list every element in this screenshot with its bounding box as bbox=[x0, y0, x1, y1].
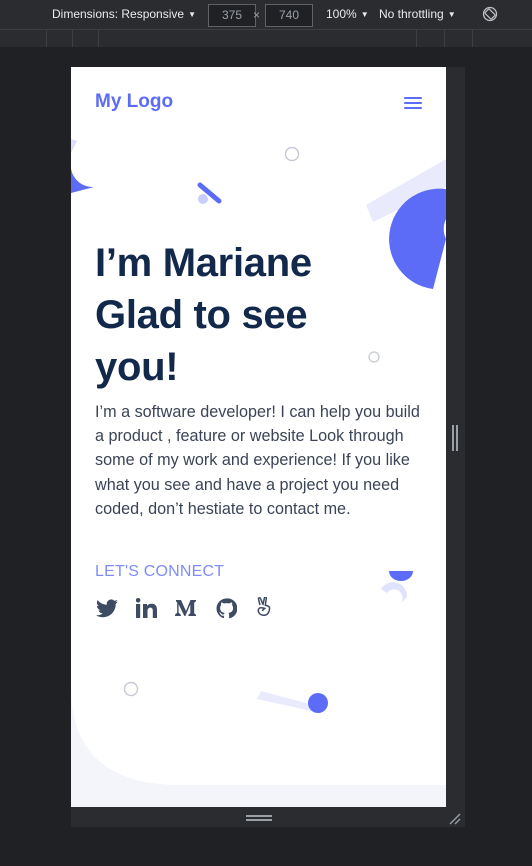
logo[interactable]: My Logo bbox=[95, 91, 173, 113]
hero-title: I’m Mariane Glad to see you! bbox=[95, 237, 425, 393]
page-viewport: My Logo I’m Mariane Glad to see you! I’m… bbox=[71, 67, 446, 807]
times-sign: × bbox=[253, 8, 261, 22]
github-icon[interactable] bbox=[214, 596, 238, 620]
devtools-toolbar: Dimensions: Responsive▼ × 100%▼ No throt… bbox=[0, 0, 532, 29]
bottom-resize-handle[interactable] bbox=[246, 815, 272, 822]
hamburger-menu-icon[interactable] bbox=[402, 94, 424, 112]
width-input[interactable] bbox=[208, 4, 256, 27]
hero-title-line-3: you! bbox=[95, 345, 179, 389]
chevron-down-icon: ▼ bbox=[360, 10, 369, 19]
corner-resize-handle[interactable] bbox=[448, 812, 462, 826]
media-query-ruler bbox=[0, 29, 532, 47]
angellist-icon[interactable] bbox=[253, 596, 277, 620]
right-resize-handle[interactable] bbox=[452, 425, 459, 451]
twitter-icon[interactable] bbox=[95, 596, 119, 620]
hero-title-line-1: I’m Mariane bbox=[95, 241, 312, 285]
dimensions-label: Dimensions: Responsive bbox=[52, 7, 185, 21]
chevron-down-icon: ▼ bbox=[188, 10, 196, 19]
throttling-label: No throttling bbox=[379, 7, 444, 21]
rotate-icon[interactable] bbox=[482, 6, 498, 22]
height-input[interactable] bbox=[265, 4, 313, 27]
zoom-dropdown[interactable]: 100% ▼ bbox=[326, 7, 369, 21]
medium-icon[interactable] bbox=[174, 596, 198, 620]
intro-paragraph: I’m a software developer! I can help you… bbox=[95, 403, 420, 518]
throttling-dropdown[interactable]: No throttling ▼ bbox=[379, 7, 456, 21]
chevron-down-icon: ▼ bbox=[447, 10, 456, 19]
dimensions-dropdown[interactable]: Dimensions: Responsive ▼ bbox=[52, 7, 196, 21]
linkedin-icon[interactable] bbox=[134, 596, 158, 620]
hero-title-line-2: Glad to see bbox=[95, 293, 308, 337]
lets-connect-link[interactable]: LET'S CONNECT bbox=[95, 563, 224, 581]
zoom-label: 100% bbox=[326, 7, 357, 21]
